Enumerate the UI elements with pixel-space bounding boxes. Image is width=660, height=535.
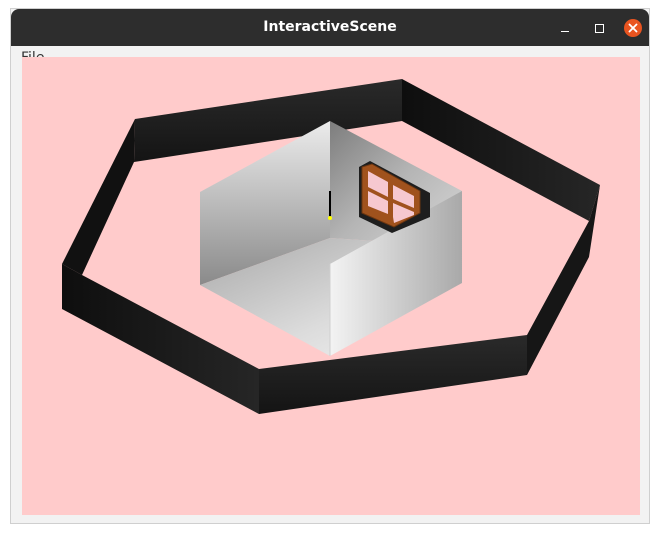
minimize-button[interactable] [555,18,575,38]
maximize-button[interactable] [589,18,609,38]
3d-viewport[interactable] [22,57,640,515]
minimize-icon [561,30,569,32]
outer-wall-bottom-right [259,335,527,414]
close-button[interactable] [623,18,643,38]
app-window: InteractiveScene File [10,8,650,524]
outer-wall-left [62,119,135,275]
close-icon [624,19,642,37]
window-title: InteractiveScene [263,19,397,35]
scene-canvas[interactable] [22,57,640,515]
inner-room [200,121,462,356]
maximize-icon [594,23,604,33]
title-bar[interactable]: InteractiveScene [11,9,649,46]
